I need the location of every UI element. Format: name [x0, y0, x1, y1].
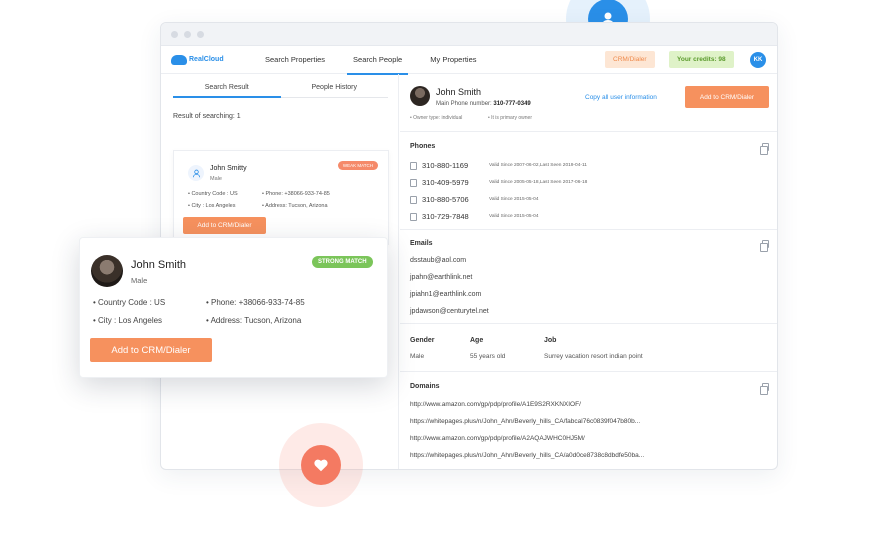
- email-item[interactable]: jpiahn1@earthlink.com: [410, 291, 481, 298]
- avatar: [410, 86, 430, 106]
- job-value: Surrey vacation resort indian point: [544, 353, 643, 360]
- result-country: • Country Code : US: [188, 191, 238, 197]
- phone-valid: Valid Since 2015-05-04: [489, 214, 539, 219]
- result-phone: • Phone: +38066-933-74-85: [262, 191, 330, 197]
- avatar[interactable]: KK: [750, 52, 766, 68]
- window-dot-icon: [197, 30, 204, 38]
- nav-search-properties[interactable]: Search Properties: [251, 46, 339, 74]
- section-title: Emails: [410, 240, 433, 247]
- owner-type: • Owner type: individual: [410, 115, 463, 121]
- phone-icon: [410, 195, 417, 204]
- phone-number[interactable]: 310-409-5979: [422, 178, 489, 187]
- phone-icon: [410, 178, 417, 187]
- domain-link[interactable]: https://whitepages.plus/n/John_Ahn/Bever…: [410, 452, 644, 459]
- result-card[interactable]: John Smitty Male WEAK MATCH • Country Co…: [173, 150, 389, 245]
- gender-label: Gender: [410, 337, 435, 344]
- popup-phone: • Phone: +38066-933-74-85: [206, 298, 305, 307]
- primary-owner: • It is primary owner: [488, 115, 532, 121]
- phone-row: 310-880-1169 Valid Since 2007-06-02,Last…: [410, 161, 587, 170]
- popup-country: • Country Code : US: [93, 298, 166, 307]
- domain-link[interactable]: http://www.amazon.com/gp/pdp/profile/A1E…: [410, 401, 581, 408]
- tab-people-history[interactable]: People History: [281, 84, 389, 97]
- phones-section: Phones 310-880-1169 Valid Since 2007-06-…: [400, 132, 777, 230]
- main-phone-label: Main Phone number:: [436, 101, 492, 107]
- popup-gender: Male: [131, 276, 148, 285]
- nav-my-properties[interactable]: My Properties: [416, 46, 490, 74]
- weak-match-badge: WEAK MATCH: [337, 161, 378, 170]
- window-dot-icon: [171, 30, 178, 38]
- floating-heart-badge: [279, 423, 363, 507]
- results-tabs: Search Result People History: [173, 84, 388, 98]
- email-item[interactable]: jpahn@earthlink.net: [410, 274, 472, 281]
- add-to-crm-button[interactable]: Add to CRM/Dialer: [183, 217, 266, 234]
- emails-section: Emails dsstaub@aol.com jpahn@earthlink.n…: [400, 230, 777, 324]
- result-address: • Address: Tucson, Arizona: [262, 203, 328, 209]
- phone-valid: Valid Since 2007-06-02,Last Seen 2019-04…: [489, 163, 587, 168]
- result-city: • City : Los Angeles: [188, 203, 236, 209]
- email-item[interactable]: jpdawson@centurytel.net: [410, 308, 489, 315]
- top-navbar: RealCloud Search Properties Search Peopl…: [161, 46, 777, 75]
- age-label: Age: [470, 337, 484, 344]
- avatar: [91, 255, 123, 287]
- phone-row: 310-409-5979 Valid Since 2005-05-18,Last…: [410, 178, 587, 187]
- domains-section: Domains http://www.amazon.com/gp/pdp/pro…: [400, 372, 777, 469]
- section-title: Phones: [410, 143, 436, 150]
- popup-name: John Smith: [131, 259, 187, 271]
- heart-icon: [301, 445, 341, 485]
- result-gender: Male: [210, 176, 222, 182]
- cloud-logo-icon: [171, 54, 187, 65]
- main-phone: Main Phone number: 310-777-0349: [436, 101, 531, 107]
- copy-icon[interactable]: [760, 240, 769, 252]
- copy-icon[interactable]: [760, 143, 769, 155]
- crm-dialer-button[interactable]: CRM/Dialer: [605, 51, 655, 68]
- phone-row: 310-729-7848 Valid Since 2015-05-04: [410, 212, 539, 221]
- phone-number[interactable]: 310-880-1169: [422, 161, 489, 170]
- phone-valid: Valid Since 2015-05-04: [489, 197, 539, 202]
- nav-search-people[interactable]: Search People: [339, 46, 416, 75]
- result-count: Result of searching: 1: [173, 113, 241, 120]
- job-label: Job: [544, 337, 557, 344]
- phone-number[interactable]: 310-880-5706: [422, 195, 489, 204]
- phone-icon: [410, 161, 417, 170]
- section-title: Domains: [410, 383, 440, 390]
- tab-search-result[interactable]: Search Result: [173, 84, 281, 98]
- strong-match-badge: STRONG MATCH: [312, 256, 373, 268]
- result-name: John Smitty: [210, 165, 247, 172]
- email-item[interactable]: dsstaub@aol.com: [410, 257, 466, 264]
- person-icon: [188, 165, 204, 181]
- add-to-crm-button[interactable]: Add to CRM/Dialer: [90, 338, 212, 362]
- profile-header: John Smith Main Phone number: 310-777-03…: [400, 74, 777, 132]
- popup-city: • City : Los Angeles: [93, 316, 163, 325]
- details-section: Gender Age Job Male 55 years old Surrey …: [400, 324, 777, 372]
- copy-icon[interactable]: [760, 383, 769, 395]
- phone-icon: [410, 212, 417, 221]
- credits-badge: Your credits: 98: [669, 51, 734, 68]
- phone-number[interactable]: 310-729-7848: [422, 212, 489, 221]
- profile-pane: John Smith Main Phone number: 310-777-03…: [400, 74, 777, 469]
- age-value: 55 years old: [470, 353, 506, 360]
- logo[interactable]: RealCloud: [171, 54, 251, 65]
- phone-row: 310-880-5706 Valid Since 2015-05-04: [410, 195, 539, 204]
- logo-text: RealCloud: [189, 56, 224, 63]
- gender-value: Male: [410, 353, 425, 360]
- copy-all-link[interactable]: Copy all user information: [585, 94, 657, 101]
- main-phone-value: 310-777-0349: [493, 101, 531, 107]
- profile-name: John Smith: [436, 87, 482, 97]
- window-dot-icon: [184, 30, 191, 38]
- domain-link[interactable]: http://www.amazon.com/gp/pdp/profile/A2A…: [410, 435, 585, 442]
- domain-link[interactable]: https://whitepages.plus/n/John_Ahn/Bever…: [410, 418, 640, 425]
- popup-address: • Address: Tucson, Arizona: [206, 316, 302, 325]
- add-to-crm-button[interactable]: Add to CRM/Dialer: [685, 86, 769, 108]
- phone-valid: Valid Since 2005-05-18,Last Seen 2017-06…: [489, 180, 588, 185]
- window-titlebar: [161, 23, 777, 46]
- match-popup-card[interactable]: John Smith Male STRONG MATCH • Country C…: [79, 237, 388, 378]
